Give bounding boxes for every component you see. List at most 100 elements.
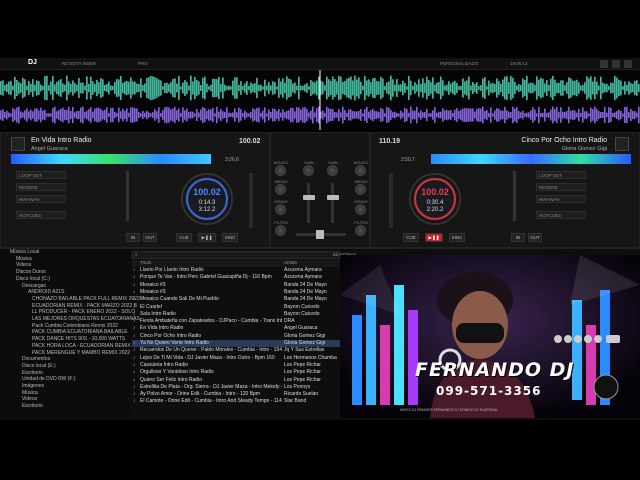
table-row[interactable]: ♪ Ya No Quiero Verte Intro Radio Gloria Go… [132, 340, 340, 348]
table-row[interactable]: ♪ Mosaico #3 Banda 24 De Mayo [132, 289, 340, 296]
deck-a-wahwah[interactable]: WAHWAH [16, 195, 66, 203]
tree-item[interactable]: Descargas [22, 283, 46, 289]
deck-a-hotcues[interactable]: HOTCUES [16, 211, 66, 219]
table-row[interactable]: ♪ Fiesta Ambateña con Zapateados - DJPaco… [132, 318, 340, 325]
tree-item[interactable]: Pack Cumbia Colombiana Remix 2022 [32, 323, 118, 329]
deck-a-in-button[interactable]: IN [126, 233, 140, 242]
promo-footer: MIXES DJ REMIXES FERNANDO DJ SONIDO DJ S… [400, 408, 499, 412]
table-row[interactable]: ♪ En Vida Intro Radio Angel Guaraca [132, 325, 340, 332]
table-row[interactable]: ♪ Cassuleta Intro Radio Los Pepe Richar [132, 362, 340, 369]
tree-item[interactable]: PACK DANCE HITS 90S - 10,000 WATTS [32, 336, 125, 342]
tree-item[interactable]: PACK CUMBIA ECUATORIANA BAILABLE [32, 329, 128, 335]
tree-item[interactable]: Videos [22, 396, 37, 402]
crossfader[interactable] [316, 230, 324, 239]
deck-a-volume-fader[interactable] [303, 195, 315, 200]
table-row[interactable]: ♪ Recuerdos De Un Querer - Pablo Morales … [132, 347, 340, 354]
table-row[interactable]: ♪ Cinco Por Ocho Intro Radio Gloria Gomez … [132, 333, 340, 340]
deck-a-mid-knob[interactable] [275, 184, 286, 195]
track-icon: ♪ [133, 332, 136, 339]
deck-a-pitch-track[interactable] [126, 171, 129, 221]
deck-a-out-button[interactable]: OUT [143, 233, 157, 242]
deck-b-gain-knob[interactable] [327, 165, 338, 176]
settings-icon[interactable] [600, 60, 608, 68]
tree-item[interactable]: Música [22, 390, 38, 396]
minimize-icon[interactable] [612, 60, 620, 68]
deck-a-overview[interactable] [11, 154, 211, 164]
deck-a-time: 3:26.6 [225, 157, 239, 163]
tree-item[interactable]: PACK MERENGUE Y MAMBO REMIX 2022 [32, 350, 130, 356]
bottom-area [0, 420, 640, 480]
deck-a-filter-knob[interactable] [275, 225, 286, 236]
tree-item[interactable]: Discos Duros [16, 269, 46, 275]
deck-b-play-button[interactable]: ▶❚❚ [425, 233, 443, 242]
tree-item[interactable]: Unidad de DVD RW (F:) [22, 376, 76, 382]
deck-a-gain-knob[interactable] [303, 165, 314, 176]
deck-a-jog-wheel[interactable]: 100.02 0:14.3 3:12.2 [181, 173, 233, 225]
tree-item[interactable]: Disco local (E:) [22, 363, 56, 369]
tree-item[interactable]: Documentos [22, 356, 50, 362]
table-row[interactable]: ♪ Orgulloso Y Vanidoso Intro Radio Los Pep… [132, 369, 340, 376]
deck-a-reverb[interactable]: REVERB [16, 183, 66, 191]
tree-item[interactable]: LAS MEJORES ORQUESTAS ECUATORIANAS [32, 316, 140, 322]
close-icon[interactable] [624, 60, 632, 68]
deck-b-title: Cinco Por Ocho Intro Radio [521, 137, 607, 144]
deck-a-low-knob[interactable] [275, 204, 286, 215]
tree-item[interactable]: Disco local (C:) [16, 276, 50, 282]
tree-item[interactable]: Música [16, 256, 32, 262]
deck-b-mid-knob[interactable] [355, 184, 366, 195]
deck-b-overview[interactable] [431, 154, 631, 164]
deck-b-pitch-slider[interactable] [389, 173, 393, 228]
tree-item[interactable]: ECUADORIAN REMIX - PACK MARZO 2022 B [32, 303, 137, 309]
deck-b-cue-button[interactable]: CUE [403, 233, 419, 242]
deck-b-filter-knob[interactable] [355, 225, 366, 236]
deck-b-in-button[interactable]: IN [511, 233, 525, 242]
deck-a-play-button[interactable]: ▶❚❚ [198, 233, 216, 242]
tree-item[interactable]: CHONAZO BAILABLE PACK FULL REMIX 2022 [32, 296, 140, 302]
tree-item[interactable]: Escritorio [22, 403, 43, 409]
deck-b-low-knob[interactable] [355, 204, 366, 215]
tree-item[interactable]: Videos [16, 262, 31, 268]
row-title: El Camote - Orine Edit - Cumbia - Intro … [140, 398, 282, 405]
topbar-text-2: PRO [138, 61, 148, 66]
tree-item[interactable]: PACK HORA LOCA - ECUADORIAN REMIX [32, 343, 131, 349]
deck-b-pitch-track[interactable] [513, 171, 516, 221]
search-bar[interactable]: ⌕ 22 archivos [132, 251, 356, 259]
row-artist: Azucena Aymara [284, 267, 322, 273]
tree-item[interactable]: Imágenes [22, 383, 44, 389]
table-row[interactable]: ♪ Ay Polvo Amor - Orine Edit - Cumbia - I… [132, 391, 340, 398]
deck-a-pitch-slider[interactable] [249, 173, 253, 228]
topbar-text-1: NO ESTA INSER [62, 61, 97, 66]
deck-a-high-knob[interactable] [275, 165, 286, 176]
column-artist[interactable]: Artista [284, 260, 297, 265]
deck-b-hotcues[interactable]: HOTCUES [536, 211, 586, 219]
deck-a-sync-button[interactable]: SINC [222, 233, 238, 242]
table-row[interactable]: ♪ El Cuartel Bayron Caicedo [132, 304, 340, 311]
tree-item[interactable]: Música Local [10, 249, 39, 255]
table-row[interactable]: ♪ El Camote - Orine Edit - Cumbia - Intro… [132, 398, 340, 405]
deck-b-sync-button[interactable]: SINC [449, 233, 465, 242]
deck-b-volume-fader[interactable] [327, 195, 339, 200]
deck-a-loop-out[interactable]: LOOP OUT [16, 171, 66, 179]
deck-b-jog-wheel[interactable]: 100.02 0:30.4 2:20.2 [409, 173, 461, 225]
deck-a-cue-button[interactable]: CUE [176, 233, 192, 242]
row-title: Mosaico #3 [140, 281, 166, 288]
table-row[interactable]: ♪ Mosaico Cuando Sali De Mi Pueblo Banda 2… [132, 296, 340, 303]
table-row[interactable]: ♪ Estrellita De Plata - Org. Sierra - DJ … [132, 384, 340, 391]
deck-b-high-knob[interactable] [355, 165, 366, 176]
deck-b-reverb[interactable]: REVERB [536, 183, 586, 191]
column-title[interactable]: Título [140, 260, 151, 265]
table-row[interactable]: ♪ Llanto Por Llanto Intro Radio Azucena Ay… [132, 267, 340, 274]
waveform-display[interactable] [0, 70, 640, 130]
table-row[interactable]: ♪ Sola Intro Radio Bayron Caicedo [132, 311, 340, 318]
tree-item[interactable]: Escritorio [22, 370, 43, 376]
tree-item[interactable]: ANDROID A21S [28, 289, 64, 295]
table-row[interactable]: ♪ Porque Te Vas - Intro Perc Gabriel Guac… [132, 274, 340, 281]
table-row[interactable]: ♪ Mosaico #3 Banda 24 De Mayo [132, 282, 340, 289]
tree-item[interactable]: LL PRODUCER - PACK ENERO 2022 - SOLO [32, 309, 135, 315]
deck-b-out-button[interactable]: OUT [528, 233, 542, 242]
deck-b-wahwah[interactable]: WAHWAH [536, 195, 586, 203]
table-row[interactable]: ♪ Lejos De Ti Mi Vida - DJ Javier Maza - … [132, 355, 340, 362]
deck-b-loop-out[interactable]: LOOP OUT [536, 171, 586, 179]
table-row[interactable]: ♪ Quiero Ser Feliz Intro Radio Los Pepe Ri… [132, 377, 340, 384]
row-title: Sola Intro Radio [140, 310, 176, 317]
